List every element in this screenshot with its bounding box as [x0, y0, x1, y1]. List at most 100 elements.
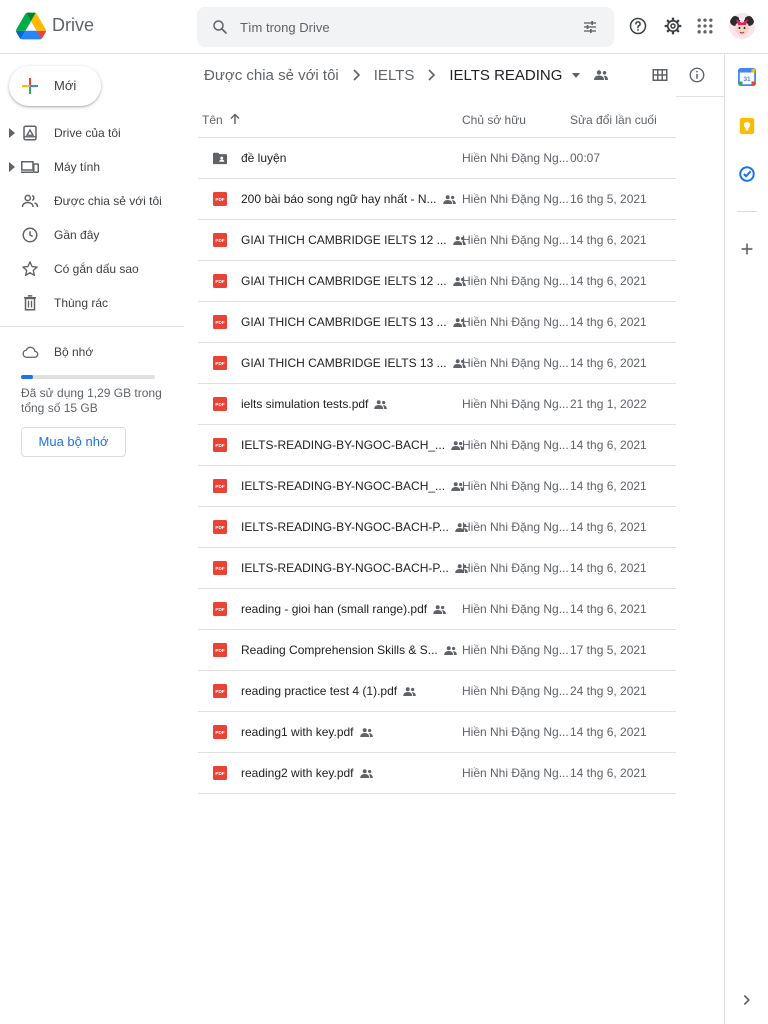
file-name[interactable]: reading practice test 4 (1).pdf	[241, 684, 397, 698]
file-row[interactable]: PDF Reading Comprehension Skills & S... Hi…	[198, 630, 676, 671]
folder-row[interactable]: đề luyện Hiền Nhi Đặng Ng... 00:07	[198, 138, 676, 179]
file-row[interactable]: PDF IELTS-READING-BY-NGOC-BACH_... Hiền Nh…	[198, 425, 676, 466]
file-name[interactable]: ielts simulation tests.pdf	[241, 397, 368, 411]
file-row[interactable]: PDF IELTS-READING-BY-NGOC-BACH_... Hiền Nh…	[198, 466, 676, 507]
grid-view-icon[interactable]	[651, 66, 669, 84]
file-name[interactable]: GIAI THICH CAMBRIDGE IELTS 12 ...	[241, 274, 447, 288]
sidebar-item-label: Có gắn dấu sao	[54, 262, 139, 276]
my-drive-icon	[23, 125, 37, 141]
sort-ascending-icon[interactable]	[229, 113, 241, 125]
chevron-right-icon	[428, 69, 436, 81]
file-owner: Hiền Nhi Đặng Ng...	[462, 192, 569, 206]
file-modified-date: 14 thg 6, 2021	[570, 315, 647, 329]
chevron-right-icon	[353, 69, 360, 81]
chevron-right-icon[interactable]	[738, 991, 756, 1009]
column-header-modified[interactable]: Sửa đổi lần cuối	[570, 113, 657, 127]
file-name-cell: GIAI THICH CAMBRIDGE IELTS 12 ...	[241, 233, 466, 247]
file-modified-date: 24 thg 9, 2021	[570, 684, 647, 698]
sidebar-item-trash[interactable]: Thùng rác	[0, 289, 184, 317]
top-bar: Drive Tìm trong Drive	[0, 0, 768, 54]
new-button[interactable]: Mới	[9, 66, 101, 106]
column-header-owner[interactable]: Chủ sở hữu	[462, 113, 526, 127]
shared-icon	[374, 399, 388, 409]
pdf-icon-text: PDF	[215, 607, 224, 612]
sidebar-item-starred[interactable]: Có gắn dấu sao	[0, 255, 184, 283]
dropdown-arrow-icon[interactable]	[572, 72, 581, 78]
pdf-file-icon: PDF	[213, 438, 227, 452]
file-row[interactable]: PDF GIAI THICH CAMBRIDGE IELTS 13 ... Hiền…	[198, 343, 676, 384]
file-name[interactable]: IELTS-READING-BY-NGOC-BACH-P...	[241, 561, 449, 575]
help-icon[interactable]	[628, 16, 648, 36]
caret-right-icon[interactable]	[9, 162, 15, 172]
star-icon	[22, 261, 38, 277]
pdf-file-icon: PDF	[213, 561, 227, 575]
file-row[interactable]: PDF GIAI THICH CAMBRIDGE IELTS 12 ... Hiền…	[198, 220, 676, 261]
file-row[interactable]: PDF 200 bài báo song ngữ hay nhất - N... H…	[198, 179, 676, 220]
add-addon-icon[interactable]	[738, 240, 756, 258]
file-owner: Hiền Nhi Đặng Ng...	[462, 274, 569, 288]
calendar-icon-text: 31	[743, 76, 751, 83]
file-name-cell: GIAI THICH CAMBRIDGE IELTS 13 ...	[241, 315, 466, 329]
file-row[interactable]: PDF IELTS-READING-BY-NGOC-BACH-P... Hiền N…	[198, 507, 676, 548]
file-modified-date: 14 thg 6, 2021	[570, 274, 647, 288]
sidebar-item-my-drive[interactable]: Drive của tôi	[0, 119, 184, 147]
file-name[interactable]: reading - gioi han (small range).pdf	[241, 602, 427, 616]
keep-icon[interactable]	[738, 117, 756, 135]
file-name[interactable]: GIAI THICH CAMBRIDGE IELTS 12 ...	[241, 233, 447, 247]
search-box[interactable]: Tìm trong Drive	[197, 7, 614, 47]
search-input[interactable]: Tìm trong Drive	[240, 20, 330, 35]
caret-right-icon[interactable]	[9, 128, 15, 138]
file-row[interactable]: PDF IELTS-READING-BY-NGOC-BACH-P... Hiền N…	[198, 548, 676, 589]
sidebar-item-computers[interactable]: Máy tính	[0, 153, 184, 181]
file-owner: Hiền Nhi Đặng Ng...	[462, 602, 569, 616]
info-icon[interactable]	[688, 66, 706, 84]
file-modified-date: 21 thg 1, 2022	[570, 397, 647, 411]
app-name: Drive	[52, 15, 95, 35]
file-name[interactable]: đề luyện	[241, 151, 286, 165]
pdf-icon-text: PDF	[215, 566, 224, 571]
file-row[interactable]: PDF reading1 with key.pdf Hiền Nhi Đặng Ng…	[198, 712, 676, 753]
file-name[interactable]: IELTS-READING-BY-NGOC-BACH_...	[241, 479, 445, 493]
file-name[interactable]: GIAI THICH CAMBRIDGE IELTS 13 ...	[241, 315, 447, 329]
shared-icon	[359, 727, 373, 737]
sidebar-item-recent[interactable]: Gần đây	[0, 221, 184, 249]
file-row[interactable]: PDF reading - gioi han (small range).pdf H…	[198, 589, 676, 630]
avatar[interactable]	[729, 13, 755, 39]
sidebar-item-storage[interactable]: Bộ nhớ	[0, 338, 184, 366]
file-row[interactable]: PDF GIAI THICH CAMBRIDGE IELTS 12 ... Hiền…	[198, 261, 676, 302]
buy-storage-button[interactable]: Mua bộ nhớ	[21, 427, 126, 457]
file-name[interactable]: Reading Comprehension Skills & S...	[241, 643, 438, 657]
apps-grid-icon[interactable]	[695, 16, 715, 36]
pdf-icon-text: PDF	[215, 279, 224, 284]
file-row[interactable]: PDF reading2 with key.pdf Hiền Nhi Đặng Ng…	[198, 753, 676, 794]
storage-label: Bộ nhớ	[54, 345, 94, 359]
file-name-cell: GIAI THICH CAMBRIDGE IELTS 12 ...	[241, 274, 466, 288]
sidebar-item-shared-with-me[interactable]: Được chia sẻ với tôi	[0, 187, 184, 215]
file-owner: Hiền Nhi Đặng Ng...	[462, 233, 569, 247]
shared-icon	[443, 645, 457, 655]
file-name[interactable]: reading1 with key.pdf	[241, 725, 354, 739]
breadcrumb-current-folder[interactable]: IELTS READING	[449, 67, 562, 84]
search-icon[interactable]	[211, 18, 229, 36]
file-name[interactable]: 200 bài báo song ngữ hay nhất - N...	[241, 192, 437, 206]
drive-logo-icon[interactable]	[16, 12, 46, 40]
column-header-name[interactable]: Tên	[202, 113, 223, 127]
settings-icon[interactable]	[663, 16, 683, 36]
file-name[interactable]: reading2 with key.pdf	[241, 766, 354, 780]
header-divider	[676, 96, 724, 97]
breadcrumb-item-ielts[interactable]: IELTS	[374, 67, 415, 84]
file-row[interactable]: PDF ielts simulation tests.pdf Hiền Nhi Đặ…	[198, 384, 676, 425]
file-name[interactable]: GIAI THICH CAMBRIDGE IELTS 13 ...	[241, 356, 447, 370]
search-options-icon[interactable]	[582, 19, 598, 35]
tasks-icon[interactable]	[738, 165, 756, 183]
file-row[interactable]: PDF reading practice test 4 (1).pdf Hiền N…	[198, 671, 676, 712]
pdf-icon-text: PDF	[215, 689, 224, 694]
file-name-cell: IELTS-READING-BY-NGOC-BACH_...	[241, 479, 464, 493]
calendar-icon[interactable]: 31	[738, 68, 756, 86]
file-name-cell: Reading Comprehension Skills & S...	[241, 643, 457, 657]
breadcrumb-item-shared-with-me[interactable]: Được chia sẻ với tôi	[204, 67, 339, 84]
file-name[interactable]: IELTS-READING-BY-NGOC-BACH_...	[241, 438, 445, 452]
file-row[interactable]: PDF GIAI THICH CAMBRIDGE IELTS 13 ... Hiền…	[198, 302, 676, 343]
file-name[interactable]: IELTS-READING-BY-NGOC-BACH-P...	[241, 520, 449, 534]
shared-icon	[403, 686, 416, 696]
